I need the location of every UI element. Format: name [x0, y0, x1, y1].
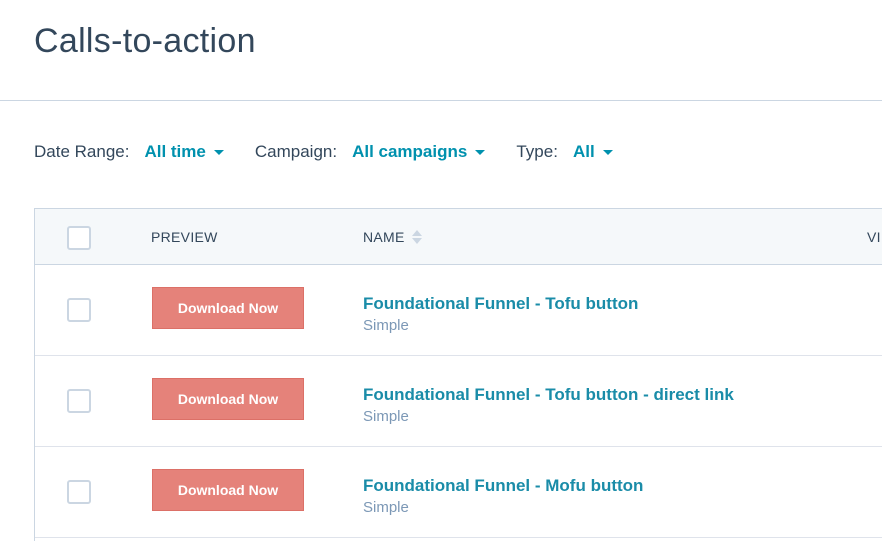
table-row: Download Now Foundational Funnel - Mofu …: [35, 447, 882, 538]
cta-type: Simple: [363, 408, 409, 425]
page-title: Calls-to-action: [34, 22, 256, 60]
cta-name-link[interactable]: Foundational Funnel - Mofu button: [363, 476, 643, 496]
column-header-name[interactable]: NAME: [363, 209, 422, 265]
filter-bar: Date Range: All time Campaign: All campa…: [34, 141, 644, 163]
column-header-name-label: NAME: [363, 229, 405, 245]
date-range-label: Date Range:: [34, 142, 130, 161]
campaign-label: Campaign:: [254, 142, 338, 161]
cta-preview-button: Download Now: [152, 287, 304, 329]
table-row: Download Now Foundational Funnel - Tofu …: [35, 265, 882, 356]
campaign-dropdown[interactable]: All campaigns: [352, 142, 486, 162]
date-range-filter: Date Range: All time: [34, 142, 224, 162]
type-filter: Type: All: [516, 142, 613, 162]
row-checkbox[interactable]: [67, 480, 91, 504]
type-dropdown[interactable]: All: [573, 142, 613, 162]
cta-name-link[interactable]: Foundational Funnel - Tofu button: [363, 294, 638, 314]
campaign-value: All campaigns: [352, 142, 468, 161]
cta-type: Simple: [363, 499, 409, 516]
type-value: All: [572, 142, 595, 161]
table-header: PREVIEW NAME VI: [35, 209, 882, 265]
select-all-checkbox[interactable]: [67, 226, 91, 250]
cta-table: PREVIEW NAME VI Download Now Foundationa…: [34, 208, 882, 541]
cta-preview-button: Download Now: [152, 469, 304, 511]
type-label: Type:: [516, 142, 558, 161]
cta-preview-button: Download Now: [152, 378, 304, 420]
table-row: Download Now Foundational Funnel - Tofu …: [35, 356, 882, 447]
sort-icon: [411, 228, 422, 246]
column-header-preview: PREVIEW: [151, 229, 218, 245]
caret-down-icon: [475, 149, 486, 155]
campaign-filter: Campaign: All campaigns: [254, 142, 486, 162]
cta-name-link[interactable]: Foundational Funnel - Tofu button - dire…: [363, 385, 734, 405]
page: Calls-to-action Date Range: All time Cam…: [0, 0, 882, 541]
row-checkbox[interactable]: [67, 389, 91, 413]
caret-down-icon: [602, 149, 613, 155]
date-range-dropdown[interactable]: All time: [144, 142, 224, 162]
header-divider: [0, 100, 882, 101]
date-range-value: All time: [144, 142, 206, 161]
caret-down-icon: [213, 149, 224, 155]
column-header-views[interactable]: VI: [867, 209, 882, 265]
cta-type: Simple: [363, 317, 409, 334]
row-checkbox[interactable]: [67, 298, 91, 322]
